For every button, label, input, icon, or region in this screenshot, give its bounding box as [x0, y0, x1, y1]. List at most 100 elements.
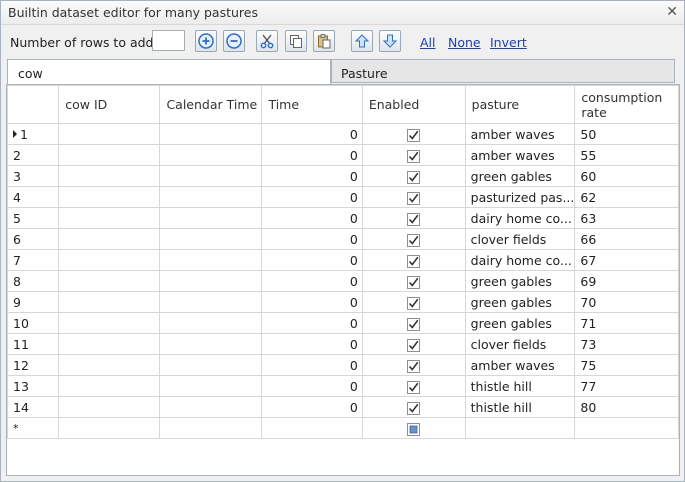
table-row[interactable]: 6 0 clover fields 66 — [7, 228, 679, 250]
row-number[interactable]: 1 — [7, 123, 60, 145]
cow-id-cell[interactable] — [58, 186, 161, 208]
time-cell[interactable]: 0 — [261, 312, 363, 334]
cow-id-cell[interactable] — [58, 417, 161, 439]
consumption-rate-cell[interactable]: 66 — [574, 228, 679, 250]
enabled-checkbox[interactable] — [361, 165, 466, 187]
enabled-checkbox[interactable] — [361, 396, 466, 418]
pasture-cell[interactable]: green gables — [464, 291, 576, 313]
enabled-checkbox[interactable] — [361, 375, 466, 397]
row-number[interactable]: 12 — [7, 354, 60, 376]
cow-id-cell[interactable] — [58, 375, 161, 397]
pasture-cell[interactable] — [464, 417, 576, 439]
row-number[interactable]: 8 — [7, 270, 60, 292]
column-header-time[interactable]: Time — [261, 85, 363, 124]
consumption-rate-cell[interactable]: 75 — [574, 354, 679, 376]
time-cell[interactable]: 0 — [261, 123, 363, 145]
table-row[interactable]: 2 0 amber waves 55 — [7, 144, 679, 166]
copy-button[interactable] — [285, 30, 307, 52]
new-row[interactable]: * — [7, 417, 679, 439]
calendar-time-cell[interactable] — [159, 165, 263, 187]
calendar-time-cell[interactable] — [159, 396, 263, 418]
calendar-time-cell[interactable] — [159, 312, 263, 334]
column-header-cow-id[interactable]: cow ID — [58, 85, 161, 124]
cow-id-cell[interactable] — [58, 333, 161, 355]
pasture-cell[interactable]: pasturized pas... — [464, 186, 576, 208]
consumption-rate-cell[interactable]: 80 — [574, 396, 679, 418]
enabled-checkbox[interactable] — [361, 186, 466, 208]
calendar-time-cell[interactable] — [159, 228, 263, 250]
add-rows-button[interactable] — [195, 30, 217, 52]
select-none-link[interactable]: None — [448, 35, 481, 50]
pasture-cell[interactable]: green gables — [464, 312, 576, 334]
time-cell[interactable]: 0 — [261, 228, 363, 250]
cow-id-cell[interactable] — [58, 123, 161, 145]
cow-id-cell[interactable] — [58, 207, 161, 229]
consumption-rate-cell[interactable]: 73 — [574, 333, 679, 355]
pasture-cell[interactable]: dairy home co... — [464, 207, 576, 229]
row-number[interactable]: 3 — [7, 165, 60, 187]
table-row[interactable]: 9 0 green gables 70 — [7, 291, 679, 313]
row-number[interactable]: 14 — [7, 396, 60, 418]
consumption-rate-cell[interactable]: 60 — [574, 165, 679, 187]
consumption-rate-cell[interactable]: 62 — [574, 186, 679, 208]
tab-pasture[interactable]: Pasture — [331, 59, 675, 83]
calendar-time-cell[interactable] — [159, 417, 263, 439]
cow-id-cell[interactable] — [58, 249, 161, 271]
cut-button[interactable] — [256, 30, 278, 52]
enabled-checkbox[interactable] — [361, 123, 466, 145]
consumption-rate-cell[interactable] — [574, 417, 679, 439]
cow-id-cell[interactable] — [58, 228, 161, 250]
time-cell[interactable]: 0 — [261, 144, 363, 166]
table-row[interactable]: 10 0 green gables 71 — [7, 312, 679, 334]
pasture-cell[interactable]: thistle hill — [464, 396, 576, 418]
consumption-rate-cell[interactable]: 71 — [574, 312, 679, 334]
table-row[interactable]: 3 0 green gables 60 — [7, 165, 679, 187]
cow-id-cell[interactable] — [58, 144, 161, 166]
column-header-calendar-time[interactable]: Calendar Time — [159, 85, 263, 124]
cow-id-cell[interactable] — [58, 312, 161, 334]
calendar-time-cell[interactable] — [159, 123, 263, 145]
table-row[interactable]: 11 0 clover fields 73 — [7, 333, 679, 355]
rows-to-add-input[interactable] — [152, 30, 185, 51]
move-up-button[interactable] — [351, 30, 373, 52]
column-header-consumption-rate[interactable]: consumption rate — [574, 85, 679, 124]
time-cell[interactable]: 0 — [261, 333, 363, 355]
consumption-rate-cell[interactable]: 70 — [574, 291, 679, 313]
time-cell[interactable]: 0 — [261, 165, 363, 187]
calendar-time-cell[interactable] — [159, 354, 263, 376]
row-number[interactable]: 4 — [7, 186, 60, 208]
calendar-time-cell[interactable] — [159, 270, 263, 292]
consumption-rate-cell[interactable]: 69 — [574, 270, 679, 292]
table-row[interactable]: 8 0 green gables 69 — [7, 270, 679, 292]
time-cell[interactable]: 0 — [261, 375, 363, 397]
pasture-cell[interactable]: dairy home co... — [464, 249, 576, 271]
pasture-cell[interactable]: amber waves — [464, 123, 576, 145]
pasture-cell[interactable]: amber waves — [464, 354, 576, 376]
calendar-time-cell[interactable] — [159, 333, 263, 355]
pasture-cell[interactable]: amber waves — [464, 144, 576, 166]
enabled-checkbox[interactable] — [361, 291, 466, 313]
column-header-enabled[interactable]: Enabled — [361, 85, 466, 124]
table-row[interactable]: 14 0 thistle hill 80 — [7, 396, 679, 418]
move-down-button[interactable] — [379, 30, 401, 52]
cow-id-cell[interactable] — [58, 270, 161, 292]
table-row[interactable]: 7 0 dairy home co... 67 — [7, 249, 679, 271]
paste-button[interactable] — [313, 30, 335, 52]
calendar-time-cell[interactable] — [159, 249, 263, 271]
enabled-checkbox[interactable] — [361, 144, 466, 166]
enabled-checkbox[interactable] — [361, 354, 466, 376]
enabled-checkbox[interactable] — [361, 207, 466, 229]
calendar-time-cell[interactable] — [159, 186, 263, 208]
time-cell[interactable]: 0 — [261, 186, 363, 208]
pasture-cell[interactable]: clover fields — [464, 228, 576, 250]
pasture-cell[interactable]: clover fields — [464, 333, 576, 355]
row-number[interactable]: 2 — [7, 144, 60, 166]
pasture-cell[interactable]: green gables — [464, 270, 576, 292]
calendar-time-cell[interactable] — [159, 144, 263, 166]
enabled-checkbox[interactable] — [361, 312, 466, 334]
time-cell[interactable]: 0 — [261, 354, 363, 376]
invert-selection-link[interactable]: Invert — [490, 35, 527, 50]
calendar-time-cell[interactable] — [159, 291, 263, 313]
remove-rows-button[interactable] — [223, 30, 245, 52]
consumption-rate-cell[interactable]: 50 — [574, 123, 679, 145]
